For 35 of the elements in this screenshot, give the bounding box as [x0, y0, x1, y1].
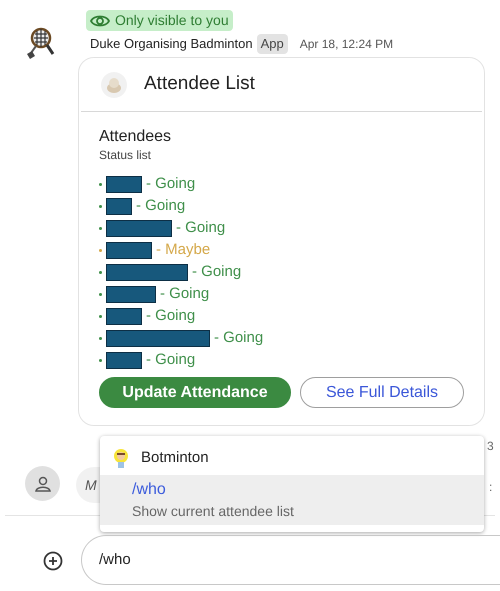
attendee-status: - Going: [192, 262, 242, 282]
section-subtitle: Status list: [99, 147, 152, 163]
person-icon: [34, 474, 52, 492]
redaction-block: [106, 176, 142, 192]
timestamp-fragment: :: [489, 479, 492, 496]
add-icon[interactable]: [43, 551, 63, 571]
command-description: Show current attendee list: [132, 502, 295, 521]
command-item[interactable]: /who Show current attendee list: [100, 475, 484, 525]
redaction-block: [106, 286, 156, 302]
attendee-status: - Going: [176, 218, 226, 238]
attendee-status: - Going: [160, 284, 210, 304]
update-attendance-button[interactable]: Update Attendance: [99, 377, 291, 408]
attendee-status: - Maybe: [156, 240, 210, 260]
sender-name: Duke Organising Badminton: [90, 35, 253, 54]
visibility-badge: Only visible to you: [86, 10, 233, 31]
see-details-button[interactable]: See Full Details: [300, 377, 464, 408]
message-input[interactable]: /who: [81, 535, 500, 585]
attendee-status: - Going: [146, 306, 196, 326]
timestamp-fragment: 3: [487, 438, 494, 455]
redaction-block: [106, 220, 172, 236]
redaction-block: [106, 352, 142, 368]
attendee-status: - Going: [146, 350, 196, 370]
card-title: Attendee List: [144, 72, 255, 96]
attendee-status: - Going: [146, 174, 196, 194]
attendee-status: - Going: [214, 328, 264, 348]
redaction-block: [106, 242, 152, 258]
redaction-block: [106, 308, 142, 324]
redaction-block: [106, 198, 132, 214]
eye-icon: [90, 14, 110, 28]
bot-avatar-icon: [112, 448, 130, 468]
bot-name: Botminton: [141, 448, 209, 468]
attendee-status: - Going: [136, 196, 186, 216]
message-timestamp: Apr 18, 12:24 PM: [300, 36, 394, 53]
section-title: Attendees: [99, 127, 172, 147]
app-tag: App: [256, 34, 288, 54]
